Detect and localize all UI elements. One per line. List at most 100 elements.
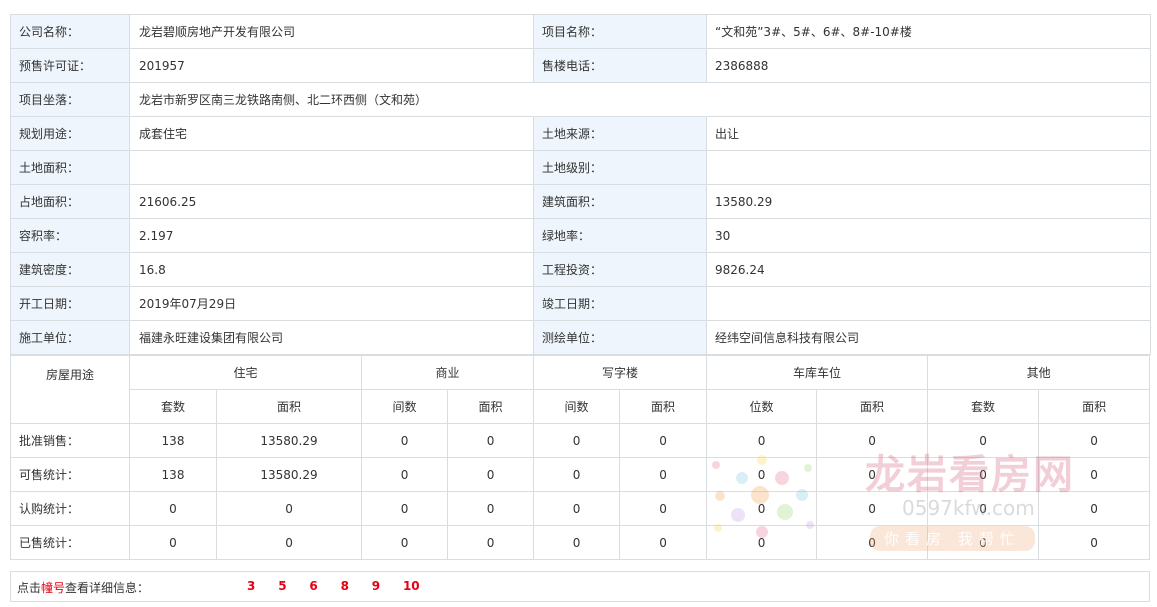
land-area-value xyxy=(129,150,534,185)
building-area-value: 13580.29 xyxy=(706,184,1151,219)
site-area-label: 占地面积： xyxy=(10,184,130,219)
info-row: 规划用途： 成套住宅 土地来源： 出让 xyxy=(10,116,1151,151)
info-row: 预售许可证： 201957 售楼电话： 2386888 xyxy=(10,48,1151,83)
land-source-value: 出让 xyxy=(706,116,1151,151)
presale-permit-value: 201957 xyxy=(129,48,534,83)
surveyor-value: 经纬空间信息科技有限公司 xyxy=(706,320,1151,355)
investment-label: 工程投资： xyxy=(533,252,707,287)
investment-value: 9826.24 xyxy=(706,252,1151,287)
stat-cell: 0 xyxy=(361,423,449,458)
land-area-label: 土地面积： xyxy=(10,150,130,185)
stat-cell: 0 xyxy=(129,525,217,560)
planned-use-value: 成套住宅 xyxy=(129,116,534,151)
stat-cell: 0 xyxy=(619,457,708,492)
stat-cell: 0 xyxy=(706,457,818,492)
subheader-cell: 套数 xyxy=(927,389,1040,424)
stat-cell: 0 xyxy=(816,525,929,560)
stat-cell: 0 xyxy=(215,525,363,560)
stat-cell: 0 xyxy=(619,423,708,458)
sales-phone-value: 2386888 xyxy=(706,48,1151,83)
row-label: 可售统计： xyxy=(10,457,130,492)
building-links: 3 5 6 8 9 10 xyxy=(247,579,439,593)
floor-area-ratio-value: 2.197 xyxy=(129,218,534,253)
row-label: 认购统计： xyxy=(10,491,130,526)
land-grade-value xyxy=(706,150,1151,185)
site-area-value: 21606.25 xyxy=(129,184,534,219)
stat-cell: 0 xyxy=(927,457,1040,492)
stat-cell: 0 xyxy=(816,423,929,458)
info-row: 容积率： 2.197 绿地率： 30 xyxy=(10,218,1151,253)
info-row: 公司名称： 龙岩碧顺房地产开发有限公司 项目名称： “文和苑”3#、5#、6#、… xyxy=(10,14,1151,49)
purpose-header: 房屋用途 xyxy=(10,355,130,424)
building-link-6[interactable]: 6 xyxy=(309,579,317,593)
subheader-cell: 面积 xyxy=(1038,389,1151,424)
info-row: 建筑密度： 16.8 工程投资： 9826.24 xyxy=(10,252,1151,287)
stat-cell: 0 xyxy=(533,491,621,526)
stat-cell: 0 xyxy=(447,457,535,492)
subheader-cell: 间数 xyxy=(533,389,621,424)
planned-use-label: 规划用途： xyxy=(10,116,130,151)
floor-area-ratio-label: 容积率： xyxy=(10,218,130,253)
stat-cell: 0 xyxy=(1038,457,1151,492)
category-residential: 住宅 xyxy=(128,355,363,390)
info-row: 项目坐落： 龙岩市新罗区南三龙铁路南侧、北二环西侧（文和苑） xyxy=(10,82,1151,117)
location-label: 项目坐落： xyxy=(10,82,130,117)
completion-date-label: 竣工日期： xyxy=(533,286,707,321)
land-grade-label: 土地级别： xyxy=(533,150,707,185)
sales-stats-table: 房屋用途 住宅 商业 写字楼 车库车位 其他 套数 面积 间数 面积 间数 面积… xyxy=(10,355,1151,560)
building-selector-prompt: 点击幢号查看详细信息： xyxy=(17,579,149,596)
surveyor-label: 测绘单位： xyxy=(533,320,707,355)
category-other: 其他 xyxy=(927,355,1151,390)
subheader-cell: 套数 xyxy=(129,389,217,424)
stat-cell: 0 xyxy=(1038,525,1151,560)
building-area-label: 建筑面积： xyxy=(533,184,707,219)
stat-cell: 0 xyxy=(129,491,217,526)
stat-cell: 0 xyxy=(816,491,929,526)
building-link-10[interactable]: 10 xyxy=(403,579,420,593)
category-parking: 车库车位 xyxy=(706,355,929,390)
stat-cell: 0 xyxy=(1038,423,1151,458)
stat-cell: 0 xyxy=(447,491,535,526)
land-source-label: 土地来源： xyxy=(533,116,707,151)
building-selector-bar: 点击幢号查看详细信息： 3 5 6 8 9 10 xyxy=(10,571,1150,602)
stat-cell: 0 xyxy=(533,525,621,560)
stats-row-available: 可售统计： 138 13580.29 0 0 0 0 0 0 0 0 xyxy=(10,457,1151,492)
green-ratio-label: 绿地率： xyxy=(533,218,707,253)
presale-permit-label: 预售许可证： xyxy=(10,48,130,83)
prompt-text: 点击 xyxy=(17,581,42,595)
building-link-9[interactable]: 9 xyxy=(372,579,380,593)
start-date-value: 2019年07月29日 xyxy=(129,286,534,321)
subheader-cell: 间数 xyxy=(361,389,449,424)
stat-cell: 0 xyxy=(1038,491,1151,526)
contractor-label: 施工单位： xyxy=(10,320,130,355)
stat-cell: 0 xyxy=(447,525,535,560)
subheader-cell: 面积 xyxy=(816,389,929,424)
stat-cell: 0 xyxy=(619,525,708,560)
building-link-8[interactable]: 8 xyxy=(341,579,349,593)
subheader-cell: 面积 xyxy=(215,389,363,424)
category-commercial: 商业 xyxy=(361,355,535,390)
info-row: 土地面积： 土地级别： xyxy=(10,150,1151,185)
prompt-highlight: 幢号 xyxy=(41,581,66,595)
stat-cell: 0 xyxy=(706,525,818,560)
stat-cell: 0 xyxy=(361,491,449,526)
info-row: 占地面积： 21606.25 建筑面积： 13580.29 xyxy=(10,184,1151,219)
building-link-3[interactable]: 3 xyxy=(247,579,255,593)
stat-cell: 0 xyxy=(361,457,449,492)
project-info-table: 公司名称： 龙岩碧顺房地产开发有限公司 项目名称： “文和苑”3#、5#、6#、… xyxy=(10,14,1151,355)
stats-category-header: 房屋用途 住宅 商业 写字楼 车库车位 其他 xyxy=(10,355,1151,424)
stat-cell: 0 xyxy=(215,491,363,526)
subheader-cell: 面积 xyxy=(619,389,708,424)
stat-cell: 0 xyxy=(927,423,1040,458)
subheader-cell: 面积 xyxy=(447,389,535,424)
prompt-text: 查看详细信息： xyxy=(65,581,150,595)
category-office: 写字楼 xyxy=(533,355,708,390)
sales-phone-label: 售楼电话： xyxy=(533,48,707,83)
stats-row-subscribed: 认购统计： 0 0 0 0 0 0 0 0 0 0 xyxy=(10,491,1151,526)
building-link-5[interactable]: 5 xyxy=(278,579,286,593)
stat-cell: 13580.29 xyxy=(215,457,363,492)
subheader-cell: 位数 xyxy=(706,389,818,424)
completion-date-value xyxy=(706,286,1151,321)
stat-cell: 0 xyxy=(533,457,621,492)
stat-cell: 138 xyxy=(129,457,217,492)
